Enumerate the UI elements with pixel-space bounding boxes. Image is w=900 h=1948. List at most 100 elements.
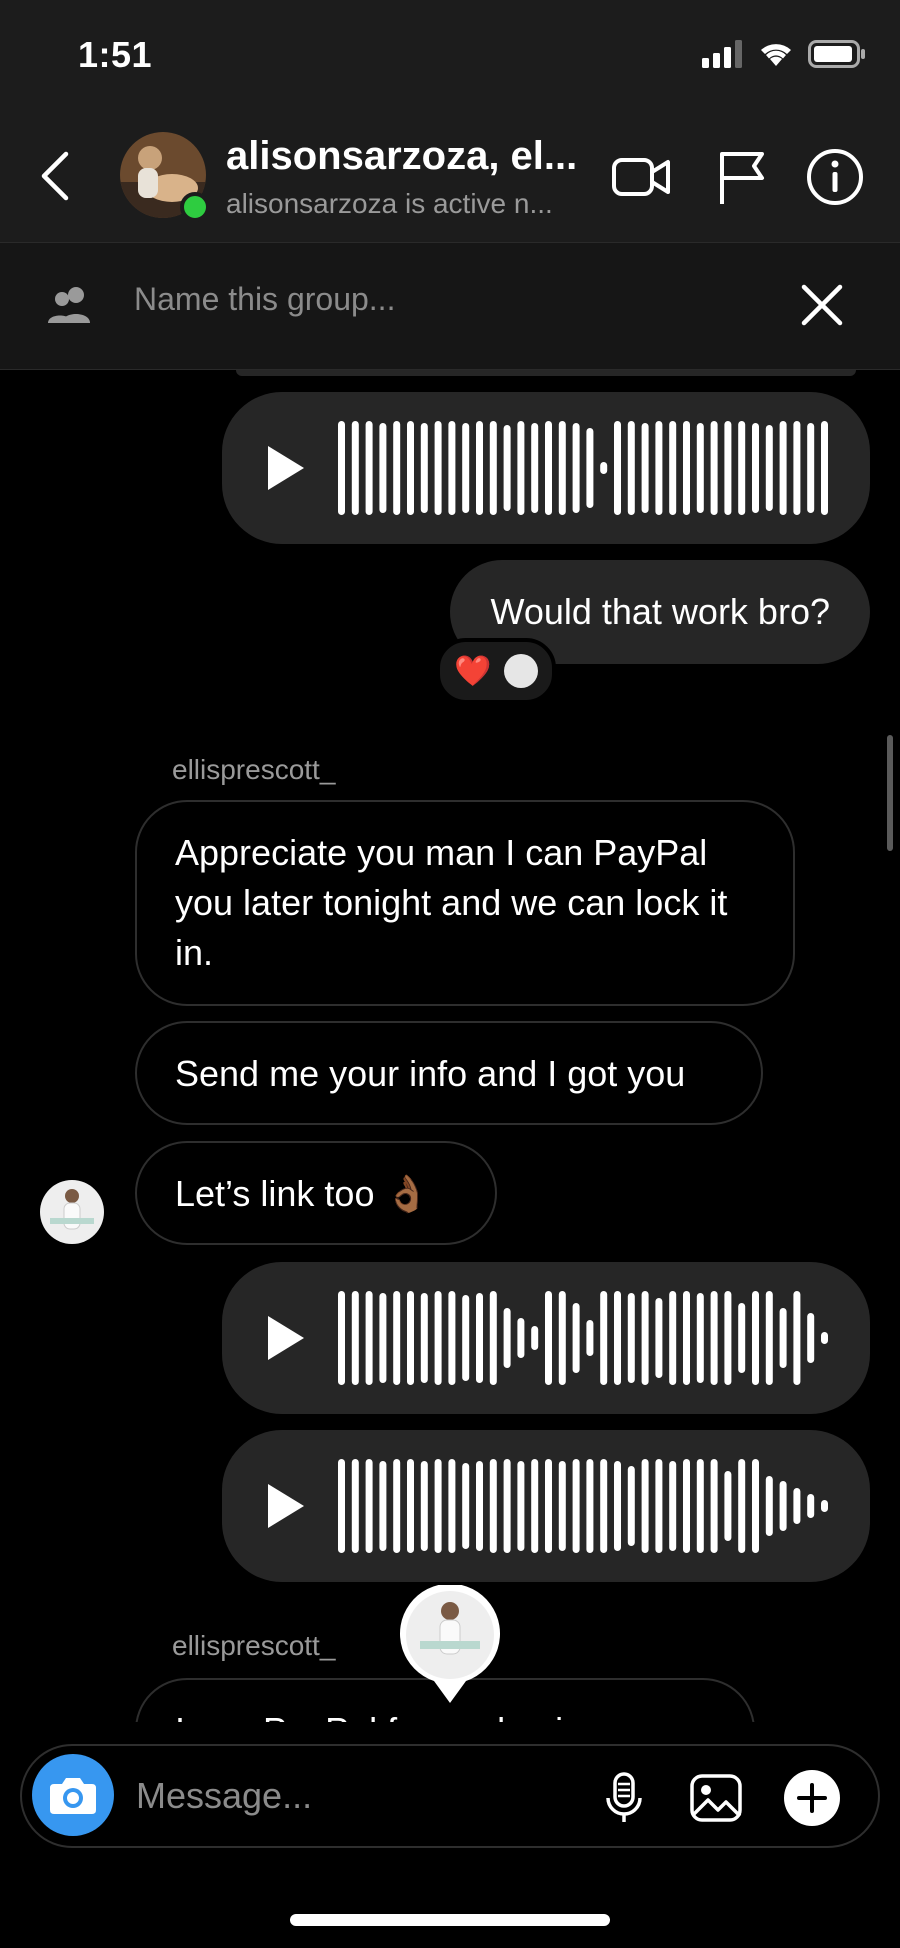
waveform-bar [489, 421, 497, 515]
waveform-bar [338, 421, 345, 515]
info-icon[interactable] [804, 146, 866, 208]
sender-name: ellisprescott_ [172, 754, 336, 785]
waveform-bar [503, 425, 511, 511]
waveform-bar [765, 425, 773, 511]
waveform-bar [614, 1291, 621, 1385]
previous-message-bubble [236, 370, 856, 376]
waveform-bar [531, 1459, 539, 1553]
waveform-bar [710, 1459, 718, 1553]
waveform-bar [517, 1318, 525, 1358]
waveform-bar [807, 1494, 815, 1518]
waveform-bar [752, 1291, 759, 1385]
group-name-input[interactable]: Name this group... [134, 281, 395, 318]
waveform-bar [600, 1291, 608, 1385]
waveform-bar [531, 423, 539, 513]
voice-message[interactable] [222, 392, 870, 544]
waveform-bar [752, 1459, 759, 1553]
waveform-bar [379, 1461, 387, 1551]
scrollbar-thumb[interactable] [887, 735, 893, 851]
waveform-bar [545, 1291, 552, 1385]
waveform-bar [614, 1461, 621, 1551]
waveform-bar [724, 1291, 732, 1385]
camera-button[interactable] [32, 1754, 114, 1836]
received-message[interactable]: Appreciate you man I can PayPal you late… [135, 800, 795, 1006]
waveform-bar [696, 1459, 704, 1553]
sender-name: ellisprescott_ [172, 1630, 336, 1661]
waveform-bar [545, 421, 552, 515]
waveform-bar [669, 1291, 677, 1385]
name-group-bar: Name this group... [0, 243, 900, 370]
waveform-bar [807, 423, 815, 513]
waveform-bar [462, 1295, 470, 1381]
waveform-bar [683, 421, 690, 515]
waveform-bar [683, 1291, 690, 1385]
close-icon[interactable] [800, 283, 844, 327]
waveform-bar [627, 1293, 635, 1383]
waveform-bar [600, 1459, 608, 1553]
wifi-icon [761, 44, 791, 66]
waveform-bar [351, 1291, 359, 1385]
waveform-bar [448, 421, 456, 515]
waveform-bar [503, 1308, 511, 1368]
waveform-bar [669, 421, 677, 515]
flag-icon[interactable] [710, 146, 772, 208]
cellular-signal-icon [702, 40, 742, 68]
waveform-bar [338, 1459, 345, 1553]
waveform-bar [489, 1291, 497, 1385]
waveform-bar [558, 421, 566, 515]
received-message[interactable]: Let’s link too 👌🏾 [135, 1141, 497, 1245]
message-input[interactable]: Message... [136, 1746, 312, 1846]
waveform-bar [448, 1459, 456, 1553]
waveform-bar [821, 1332, 828, 1344]
video-call-icon[interactable] [610, 146, 672, 208]
waveform-bar [489, 1459, 497, 1553]
waveform-bar [655, 1298, 663, 1378]
message-thread[interactable]: Would that work bro? ❤️ ellisprescott_ A… [0, 370, 900, 1722]
waveform-bar [627, 421, 635, 515]
sender-avatar[interactable] [40, 1180, 104, 1244]
waveform-bar [683, 1459, 690, 1553]
waveform-bar [338, 1291, 345, 1385]
plus-icon[interactable] [784, 1770, 840, 1826]
play-icon[interactable] [264, 1312, 308, 1364]
waveform-bar [696, 1293, 704, 1383]
waveform-bar [641, 1459, 649, 1553]
waveform-bar [793, 1291, 801, 1385]
waveform-bar [793, 421, 801, 515]
waveform-bar [586, 428, 594, 508]
waveform-bar [572, 423, 580, 513]
waveform-bar [641, 423, 649, 513]
waveform-bar [558, 1461, 566, 1551]
play-icon[interactable] [264, 442, 308, 494]
heart-reaction: ❤️ [454, 654, 492, 688]
status-icons [702, 40, 866, 68]
received-message[interactable]: Send me your info and I got you [135, 1021, 763, 1125]
waveform-bar [531, 1326, 539, 1350]
waveform-bar [434, 1459, 442, 1553]
waveform-bar [641, 1291, 649, 1385]
microphone-icon[interactable] [596, 1770, 652, 1826]
waveform-bar [752, 423, 759, 513]
waveform-bar [779, 1308, 787, 1368]
waveform-bar [586, 1320, 594, 1356]
home-indicator [290, 1914, 610, 1926]
waveform-bar [545, 1459, 552, 1553]
voice-waveform [338, 1291, 828, 1385]
camera-icon [50, 1778, 96, 1814]
waveform-bar [738, 1459, 746, 1553]
voice-message[interactable] [222, 1262, 870, 1414]
waveform-bar [821, 421, 828, 515]
waveform-bar [572, 1459, 580, 1553]
group-avatar[interactable] [120, 132, 210, 222]
waveform-bar [407, 1291, 414, 1385]
waveform-bar [710, 1291, 718, 1385]
gallery-icon[interactable] [688, 1770, 744, 1826]
waveform-bar [462, 1463, 470, 1549]
waveform-bar [379, 423, 387, 513]
voice-message[interactable] [222, 1430, 870, 1582]
waveform-bar [793, 1488, 801, 1524]
play-icon[interactable] [264, 1480, 308, 1532]
back-icon[interactable] [36, 150, 76, 202]
message-reactions[interactable]: ❤️ [436, 638, 556, 704]
conversation-title[interactable]: alisonsarzoza, el... [226, 134, 577, 179]
